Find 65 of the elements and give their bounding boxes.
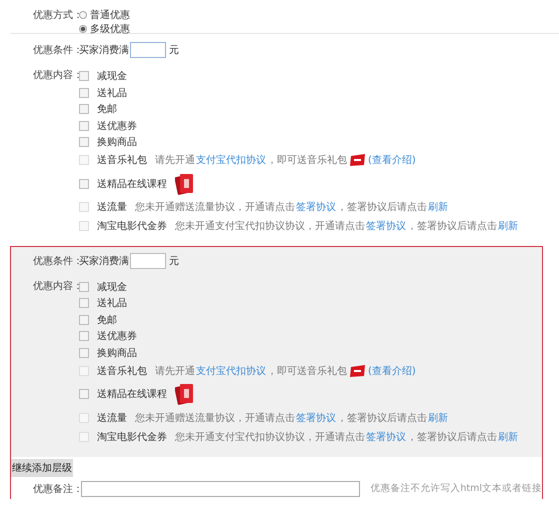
notice-text: 请先开通 (155, 364, 195, 378)
add-level-button[interactable]: 继续添加层级 (11, 458, 73, 476)
hot-badge-icon (350, 364, 366, 376)
option-label: 淘宝电影代金券 (97, 430, 167, 444)
option-label: 免邮 (97, 102, 117, 116)
checkbox[interactable] (79, 137, 89, 148)
option-label: 送流量 (97, 412, 127, 424)
field-label: 优惠内容： (33, 68, 79, 83)
notice-text: 您未开通支付宝代扣协议协议，开通请点击 (175, 430, 365, 444)
remark-field[interactable] (81, 480, 360, 496)
field-label: 优惠条件： (33, 254, 79, 268)
option-label: 淘宝电影代金券 (97, 220, 167, 233)
checkbox[interactable] (79, 348, 89, 358)
envelope-icon (175, 172, 195, 196)
hint-text: 优惠备注不允许写入html文本或者链接 (370, 482, 542, 495)
notice-text: 您未开通支付宝代扣协议协议，开通请点击 (175, 220, 365, 233)
checkbox[interactable] (79, 389, 89, 399)
hot-badge-icon (350, 154, 366, 166)
option-label: 送音乐礼包 (97, 364, 147, 378)
checkbox[interactable] (79, 120, 89, 131)
checkbox[interactable] (79, 71, 89, 82)
option-label: 减现金 (97, 70, 127, 84)
option-label: 送优惠券 (97, 120, 137, 133)
notice-text: 请先开通 (155, 154, 195, 167)
field-label: 优惠条件： (33, 44, 79, 57)
condition-text: 买家消费满 (79, 44, 129, 57)
checkbox[interactable] (79, 314, 89, 325)
amount-field[interactable] (130, 252, 166, 268)
checkbox[interactable] (79, 331, 89, 342)
option-label: 换购商品 (97, 346, 137, 360)
option-label: 送礼品 (97, 296, 127, 310)
notice-text: ，签署协议后请点击 (337, 412, 427, 424)
checkbox[interactable] (79, 298, 89, 308)
notice-text: ，签署协议后请点击 (337, 200, 427, 214)
option-label: 送音乐礼包 (97, 154, 147, 167)
checkbox[interactable] (79, 178, 89, 188)
option-label: 减现金 (97, 280, 127, 294)
radio-button[interactable] (79, 11, 87, 19)
radio-button[interactable] (79, 25, 87, 33)
field-label: 优惠备注： (33, 482, 79, 496)
condition-text: 买家消费满 (79, 254, 129, 268)
notice-text: ，即可送音乐礼包 (267, 154, 347, 167)
option-label: 换购商品 (97, 136, 137, 150)
notice-text: ，即可送音乐礼包 (267, 364, 347, 378)
option-label: 送流量 (97, 200, 127, 214)
checkbox[interactable] (79, 282, 89, 292)
unit-label: 元 (169, 44, 179, 57)
field-label: 优惠内容： (33, 280, 79, 294)
option-label: 送礼品 (97, 86, 127, 100)
checkbox[interactable] (79, 104, 89, 114)
option-label: 免邮 (97, 314, 117, 327)
notice-text: ，签署协议后请点击 (407, 220, 497, 233)
notice-text: 您未开通赠送流量协议，开通请点击 (135, 412, 295, 424)
amount-field[interactable] (130, 42, 166, 58)
checkbox[interactable] (79, 88, 89, 98)
notice-text: ，签署协议后请点击 (407, 430, 497, 444)
notice-text: 您未开通赠送流量协议，开通请点击 (135, 200, 295, 214)
option-label: 普通优惠 (90, 8, 130, 22)
envelope-icon (175, 382, 195, 406)
option-label: 送优惠券 (97, 330, 137, 344)
field-label: 优惠方式： (33, 8, 79, 23)
option-label: 多级优惠 (90, 22, 130, 36)
option-label: 送精品在线课程 (97, 388, 167, 401)
option-label: 送精品在线课程 (97, 178, 167, 190)
unit-label: 元 (169, 254, 179, 268)
